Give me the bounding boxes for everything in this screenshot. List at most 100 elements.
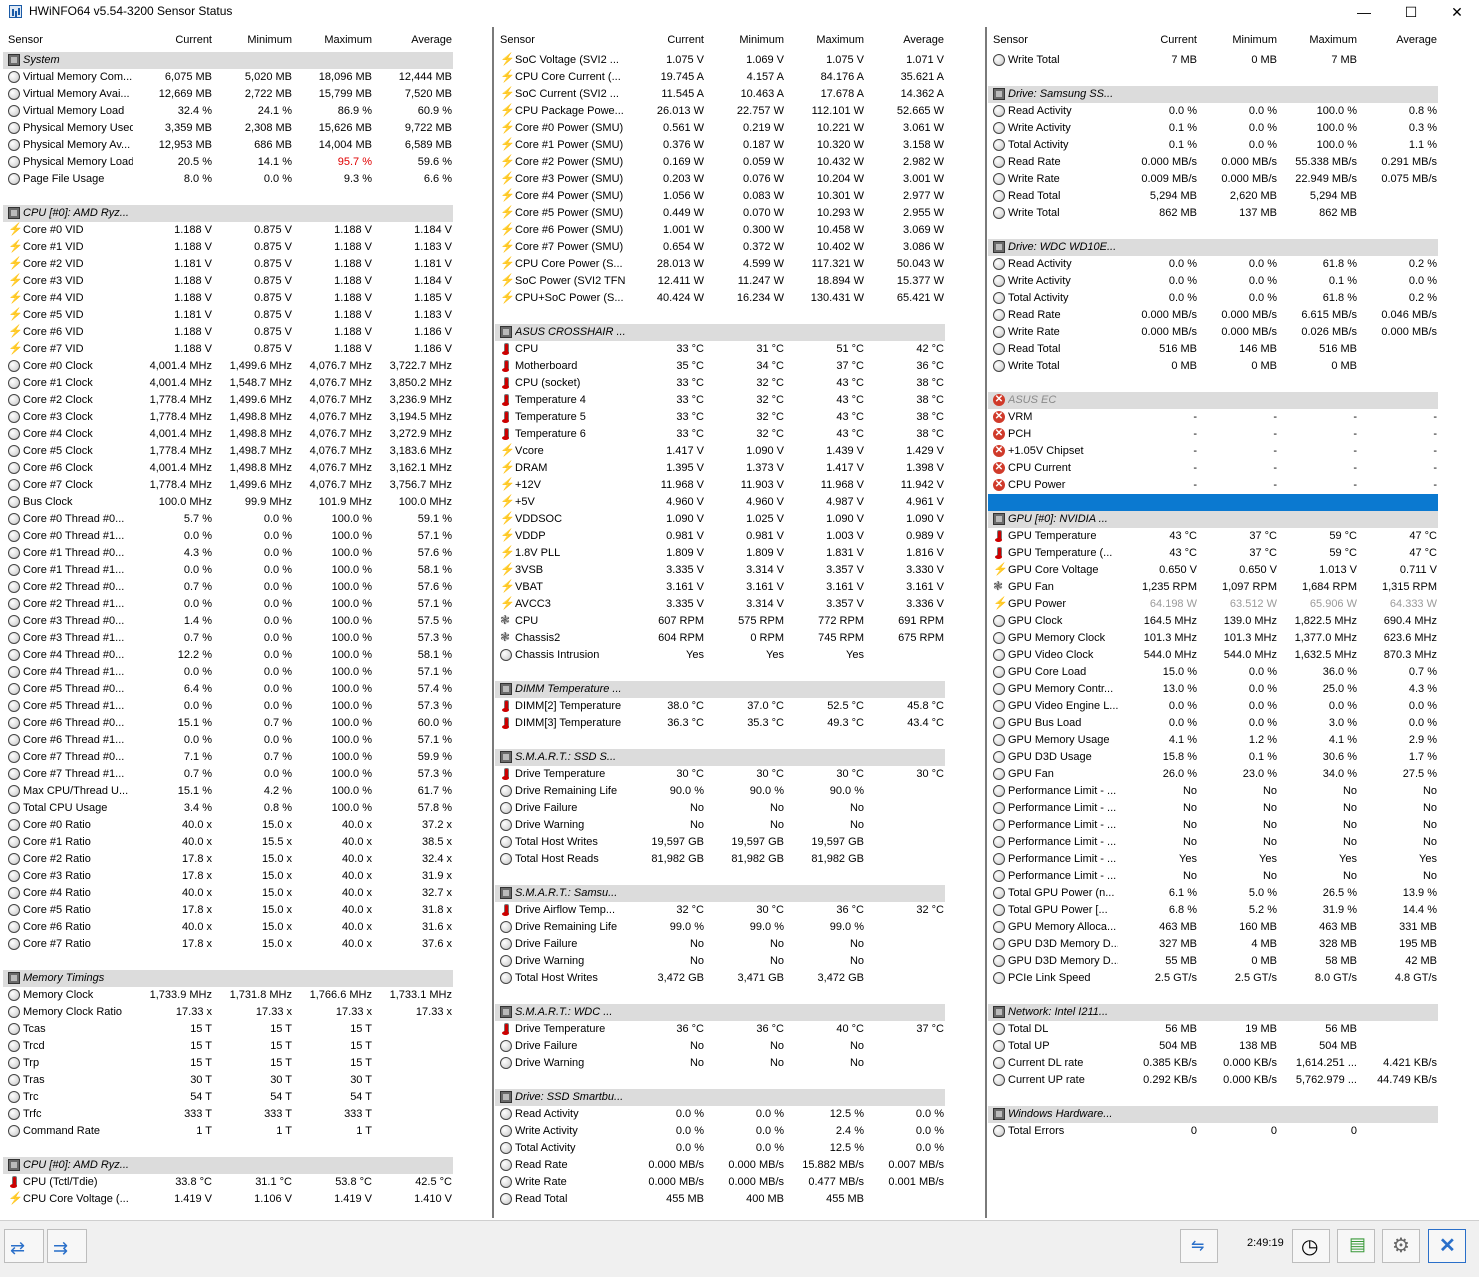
column-header-average[interactable]: Average: [903, 34, 944, 46]
sensor-row[interactable]: Core #1 Thread #0... 4.3 % 0.0 % 100.0 % 57.…: [3, 545, 491, 562]
sensor-row[interactable]: GPU Core Voltage 0.650 V 0.650 V 1.013 V 0.7…: [988, 561, 1476, 579]
sensor-row[interactable]: VDDP 0.981 V 0.981 V 1.003 V 0.989 V: [495, 527, 983, 545]
sensor-row[interactable]: GPU Memory Alloca... 463 MB 160 MB 463 MB 33…: [988, 919, 1476, 936]
sensor-row[interactable]: PCIe Link Speed 2.5 GT/s 2.5 GT/s 8.0 GT/s 4…: [988, 970, 1476, 987]
sensor-row[interactable]: Temperature 5 33 °C 32 °C 43 °C 38 °C: [495, 409, 983, 426]
sensor-row[interactable]: Core #3 Ratio 17.8 x 15.0 x 40.0 x 31.9 x: [3, 868, 491, 885]
sensor-row[interactable]: Read Activity 0.0 % 0.0 % 61.8 % 0.2 %: [988, 256, 1476, 273]
sensor-row[interactable]: Drive Failure No No No: [495, 800, 983, 817]
sensor-row[interactable]: Virtual Memory Avai... 12,669 MB 2,722 MB 1…: [3, 86, 491, 103]
sensor-row[interactable]: Core #2 Clock 1,778.4 MHz 1,499.6 MHz 4,076…: [3, 392, 491, 409]
sensor-row[interactable]: SoC Power (SVI2 TFN) 12.411 W 11.247 W 18.8…: [495, 272, 983, 290]
sensor-row[interactable]: Physical Memory Av... 12,953 MB 686 MB 14,0…: [3, 137, 491, 154]
sensor-row[interactable]: Performance Limit - ... No No No No: [988, 834, 1476, 851]
sensor-row[interactable]: Core #6 Power (SMU) 1.001 W 0.300 W 10.458 …: [495, 221, 983, 239]
close-sensors-button[interactable]: ✕: [1428, 1229, 1466, 1263]
sensor-row[interactable]: Core #1 Power (SMU) 0.376 W 0.187 W 10.320 …: [495, 136, 983, 154]
sensor-group-header[interactable]: Windows Hardware...: [988, 1106, 1476, 1123]
column-header-minimum[interactable]: Minimum: [247, 34, 292, 46]
sensor-row[interactable]: GPU Temperature (... 43 °C 37 °C 59 °C 47 °C: [988, 545, 1476, 562]
column-header-sensor[interactable]: Sensor: [8, 34, 43, 46]
sensor-row[interactable]: CPU 607 RPM 575 RPM 772 RPM 691 RPM: [495, 612, 983, 630]
sensor-row[interactable]: Core #0 Thread #1... 0.0 % 0.0 % 100.0 % 57.…: [3, 528, 491, 545]
sensor-row[interactable]: VDDSOC 1.090 V 1.025 V 1.090 V 1.090 V: [495, 510, 983, 528]
sensor-row[interactable]: Core #1 Thread #1... 0.0 % 0.0 % 100.0 % 58.…: [3, 562, 491, 579]
sensor-group-header[interactable]: S.M.A.R.T.: WDC ...: [495, 1004, 983, 1021]
sensor-row[interactable]: Core #7 Ratio 17.8 x 15.0 x 40.0 x 37.6 x: [3, 936, 491, 953]
sensor-row[interactable]: 1.8V PLL 1.809 V 1.809 V 1.831 V 1.816 V: [495, 544, 983, 562]
sensor-row[interactable]: CPU Current - - - -: [988, 460, 1476, 477]
clock-reset-button[interactable]: ◷: [1292, 1229, 1330, 1263]
sensor-row[interactable]: Total Activity 0.0 % 0.0 % 61.8 % 0.2 %: [988, 290, 1476, 307]
sensor-group-header[interactable]: Drive: SSD Smartbu...: [495, 1089, 983, 1106]
sensor-row[interactable]: Core #2 Thread #1... 0.0 % 0.0 % 100.0 % 57.…: [3, 596, 491, 613]
sensor-row[interactable]: Drive Temperature 36 °C 36 °C 40 °C 37 °C: [495, 1021, 983, 1038]
sensor-row[interactable]: Total GPU Power [... 6.8 % 5.2 % 31.9 % 14.4…: [988, 902, 1476, 919]
sensor-row[interactable]: Total Host Reads 81,982 GB 81,982 GB 81,982…: [495, 851, 983, 868]
settings-button[interactable]: ⚙: [1382, 1229, 1420, 1263]
sensor-row[interactable]: Core #7 VID 1.188 V 0.875 V 1.188 V 1.186 V: [3, 340, 491, 358]
logging-button[interactable]: ▤: [1337, 1229, 1375, 1263]
sensor-row[interactable]: Drive Airflow Temp... 32 °C 30 °C 36 °C 32 °…: [495, 902, 983, 919]
sensor-row[interactable]: GPU Bus Load 0.0 % 0.0 % 3.0 % 0.0 %: [988, 715, 1476, 732]
sensor-row[interactable]: Read Total 455 MB 400 MB 455 MB: [495, 1191, 983, 1208]
sensor-group-header[interactable]: ASUS CROSSHAIR ...: [495, 324, 983, 341]
sensor-row[interactable]: Read Rate 0.000 MB/s 0.000 MB/s 55.338 MB/s…: [988, 154, 1476, 171]
sensor-row[interactable]: CPU Package Powe... 26.013 W 22.757 W 112.1…: [495, 102, 983, 120]
sensor-row[interactable]: Core #2 Ratio 17.8 x 15.0 x 40.0 x 32.4 x: [3, 851, 491, 868]
sensor-group-header[interactable]: CPU [#0]: AMD Ryz...: [3, 1157, 491, 1174]
sensor-row[interactable]: GPU Memory Clock 101.3 MHz 101.3 MHz 1,377.…: [988, 630, 1476, 647]
sensor-row[interactable]: Performance Limit - ... No No No No: [988, 817, 1476, 834]
sensor-row[interactable]: Write Total 0 MB 0 MB 0 MB: [988, 358, 1476, 375]
sensor-row[interactable]: GPU Video Engine L... 0.0 % 0.0 % 0.0 % 0.0 …: [988, 698, 1476, 715]
sensor-row[interactable]: Drive Failure No No No: [495, 936, 983, 953]
sensor-row[interactable]: Write Activity 0.0 % 0.0 % 2.4 % 0.0 %: [495, 1123, 983, 1140]
sensor-row[interactable]: Total Errors 0 0 0: [988, 1123, 1476, 1140]
sensor-row[interactable]: Core #5 Thread #1... 0.0 % 0.0 % 100.0 % 57.…: [3, 698, 491, 715]
sensor-row[interactable]: Current DL rate 0.385 KB/s 0.000 KB/s 1,614…: [988, 1055, 1476, 1072]
sensor-row[interactable]: Total Host Writes 3,472 GB 3,471 GB 3,472 G…: [495, 970, 983, 987]
sensor-row[interactable]: Core #0 VID 1.188 V 0.875 V 1.188 V 1.184 V: [3, 221, 491, 239]
sensor-row[interactable]: Trfc 333 T 333 T 333 T: [3, 1106, 491, 1123]
pane-splitter[interactable]: [985, 27, 987, 1218]
maximize-button[interactable]: ☐: [1388, 0, 1434, 24]
sensor-row[interactable]: GPU D3D Memory D... 327 MB 4 MB 328 MB 195 M…: [988, 936, 1476, 953]
sensor-row[interactable]: Trp 15 T 15 T 15 T: [3, 1055, 491, 1072]
sensor-row[interactable]: Core #3 Thread #1... 0.7 % 0.0 % 100.0 % 57.…: [3, 630, 491, 647]
sensor-row[interactable]: Core #5 VID 1.181 V 0.875 V 1.188 V 1.183 V: [3, 306, 491, 324]
sensor-row[interactable]: Vcore 1.417 V 1.090 V 1.439 V 1.429 V: [495, 442, 983, 460]
sensor-row[interactable]: Core #3 Clock 1,778.4 MHz 1,498.8 MHz 4,076…: [3, 409, 491, 426]
sensor-row[interactable]: Core #6 Clock 4,001.4 MHz 1,498.8 MHz 4,076…: [3, 460, 491, 477]
sensor-row[interactable]: +12V 11.968 V 11.903 V 11.968 V 11.942 V: [495, 476, 983, 494]
sensor-row[interactable]: AVCC3 3.335 V 3.314 V 3.357 V 3.336 V: [495, 595, 983, 613]
close-button[interactable]: ✕: [1434, 0, 1479, 24]
sensor-row[interactable]: DIMM[3] Temperature 36.3 °C 35.3 °C 49.3 °C…: [495, 715, 983, 732]
sensor-row[interactable]: Command Rate 1 T 1 T 1 T: [3, 1123, 491, 1140]
sensor-row[interactable]: CPU Core Power (S... 28.013 W 4.599 W 117.3…: [495, 255, 983, 273]
sensor-row[interactable]: Total Activity 0.1 % 0.0 % 100.0 % 1.1 %: [988, 137, 1476, 154]
sensor-row[interactable]: Core #7 Thread #1... 0.7 % 0.0 % 100.0 % 57.…: [3, 766, 491, 783]
sensor-row[interactable]: Core #0 Clock 4,001.4 MHz 1,499.6 MHz 4,076…: [3, 358, 491, 375]
sensor-row[interactable]: Core #0 Power (SMU) 0.561 W 0.219 W 10.221 …: [495, 119, 983, 137]
sensor-group-header[interactable]: S.M.A.R.T.: Samsu...: [495, 885, 983, 902]
sensor-row[interactable]: Core #5 Clock 1,778.4 MHz 1,498.7 MHz 4,076…: [3, 443, 491, 460]
sensor-row[interactable]: Core #1 Ratio 40.0 x 15.5 x 40.0 x 38.5 x: [3, 834, 491, 851]
sensor-row[interactable]: GPU Memory Usage 4.1 % 1.2 % 4.1 % 2.9 %: [988, 732, 1476, 749]
sensor-row[interactable]: GPU Fan 1,235 RPM 1,097 RPM 1,684 RPM 1,315 …: [988, 578, 1476, 596]
scroll-left-right-button[interactable]: ⇄: [4, 1229, 44, 1263]
sensor-row[interactable]: GPU Clock 164.5 MHz 139.0 MHz 1,822.5 MHz 69…: [988, 613, 1476, 630]
sensor-row[interactable]: GPU Fan 26.0 % 23.0 % 34.0 % 27.5 %: [988, 766, 1476, 783]
sensor-row[interactable]: Core #4 Power (SMU) 1.056 W 0.083 W 10.301 …: [495, 187, 983, 205]
network-icon[interactable]: ⇋: [1180, 1229, 1218, 1263]
sensor-row[interactable]: Drive Failure No No No: [495, 1038, 983, 1055]
sensor-row[interactable]: Temperature 4 33 °C 32 °C 43 °C 38 °C: [495, 392, 983, 409]
sensor-row[interactable]: Performance Limit - ... No No No No: [988, 800, 1476, 817]
sensor-group-header[interactable]: ASUS EC: [988, 392, 1476, 409]
sensor-row[interactable]: Write Activity 0.0 % 0.0 % 0.1 % 0.0 %: [988, 273, 1476, 290]
sensor-row[interactable]: Current UP rate 0.292 KB/s 0.000 KB/s 5,762…: [988, 1072, 1476, 1089]
sensor-row[interactable]: Tras 30 T 30 T 30 T: [3, 1072, 491, 1089]
column-header-minimum[interactable]: Minimum: [1232, 34, 1277, 46]
move-pane-button[interactable]: ⇉: [47, 1229, 87, 1263]
sensor-row[interactable]: Core #4 Thread #1... 0.0 % 0.0 % 100.0 % 57.…: [3, 664, 491, 681]
sensor-row[interactable]: Performance Limit - ... No No No No: [988, 783, 1476, 800]
